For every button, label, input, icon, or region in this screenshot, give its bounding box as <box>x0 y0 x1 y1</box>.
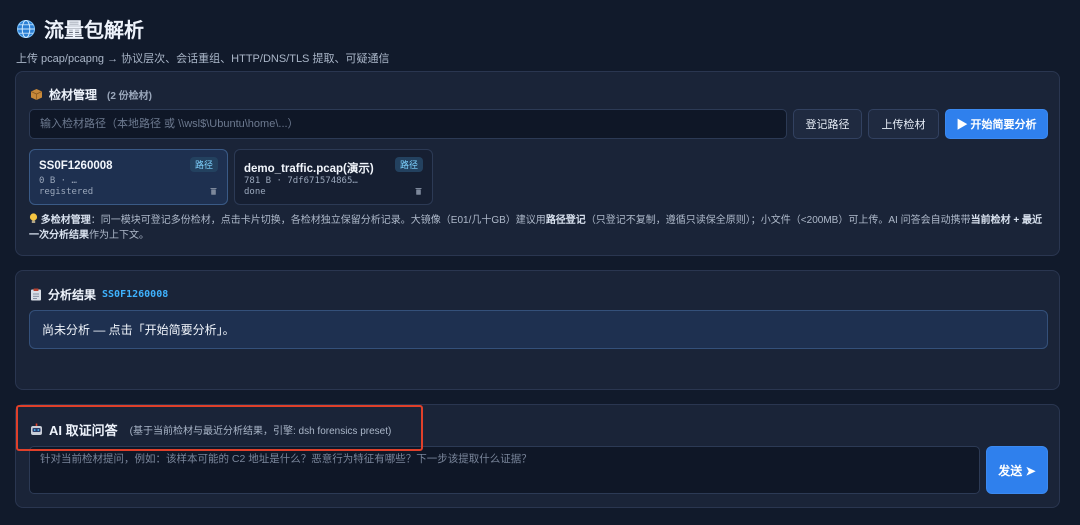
question-input[interactable] <box>29 446 980 494</box>
evidence-status: registered <box>39 187 94 197</box>
page-subtitle: 上传 pcap/pcapng → 协议层次、会话重组、HTTP/DNS/TLS … <box>16 53 390 65</box>
multi-evidence-note: 多检材管理：同一模块可登记多份检材，点击卡片切换，各检材独立保留分析记录。大镜像… <box>29 213 1051 243</box>
evidence-panel-header: 检材管理 (2 份检材) <box>30 86 152 103</box>
upload-evidence-button[interactable]: 上传检材 <box>868 109 939 139</box>
package-icon <box>30 89 43 100</box>
note-text-1: ：同一模块可登记多份检材，点击卡片切换，各检材独立保留分析记录。大镜像（E01/… <box>90 215 546 226</box>
globe-icon <box>17 19 35 38</box>
robot-icon <box>31 423 42 435</box>
note-text-3: 作为上下文。 <box>89 230 149 241</box>
evidence-panel: 检材管理 (2 份检材) 登记路径 上传检材 ▶ 开始简要分析 SS0F1260… <box>15 71 1060 256</box>
send-button[interactable]: 发送 ➤ <box>986 446 1048 494</box>
evidence-name: demo_traffic.pcap(演示) <box>244 163 374 175</box>
note-text-2: （只登记不复制，遵循只读保全原则）；小文件（<200MB）可上传。AI 问答会自… <box>585 215 971 226</box>
evidence-card[interactable]: demo_traffic.pcap(演示) 路径 781 B · 7df6715… <box>234 149 433 205</box>
ai-panel-header: AI 取证问答 (基于当前检材与最近分析结果，引擎: dsh forensics… <box>30 420 391 439</box>
trash-icon[interactable] <box>210 187 217 195</box>
result-panel-header: 分析结果 SS0F1260008 <box>30 286 168 303</box>
evidence-panel-title: 检材管理 <box>49 88 98 102</box>
path-badge: 路径 <box>394 157 423 172</box>
path-badge: 路径 <box>189 157 218 172</box>
ai-panel: AI 取证问答 (基于当前检材与最近分析结果，引擎: dsh forensics… <box>15 404 1060 508</box>
ai-panel-title: AI 取证问答 <box>49 423 118 438</box>
page-header: 流量包解析 上传 pcap/pcapng → 协议层次、会话重组、HTTP/DN… <box>16 14 389 66</box>
evidence-meta: 781 B · 7df671574865… <box>244 176 358 186</box>
start-analysis-button[interactable]: ▶ 开始简要分析 <box>945 109 1048 139</box>
register-path-button[interactable]: 登记路径 <box>793 109 862 139</box>
note-label: 多检材管理 <box>40 215 91 226</box>
result-message: 尚未分析 — 点击「开始简要分析」。 <box>29 310 1048 349</box>
evidence-count: (2 份检材) <box>107 91 153 102</box>
page-title: 流量包解析 <box>44 20 144 42</box>
evidence-status: done <box>244 187 266 197</box>
evidence-card-selected[interactable]: SS0F1260008 路径 0 B · … registered <box>29 149 228 205</box>
evidence-path-input[interactable] <box>29 109 787 139</box>
result-panel-title: 分析结果 <box>48 288 97 302</box>
clipboard-icon <box>31 288 41 301</box>
evidence-name: SS0F1260008 <box>39 160 113 172</box>
lightbulb-icon <box>29 213 38 223</box>
note-bold-1: 路径登记 <box>545 215 586 226</box>
result-panel: 分析结果 SS0F1260008 尚未分析 — 点击「开始简要分析」。 <box>15 270 1060 390</box>
evidence-meta: 0 B · … <box>39 176 77 186</box>
ai-panel-hint: (基于当前检材与最近分析结果，引擎: dsh forensics preset) <box>129 426 392 437</box>
current-evidence-id: SS0F1260008 <box>102 289 169 300</box>
trash-icon[interactable] <box>415 187 422 195</box>
